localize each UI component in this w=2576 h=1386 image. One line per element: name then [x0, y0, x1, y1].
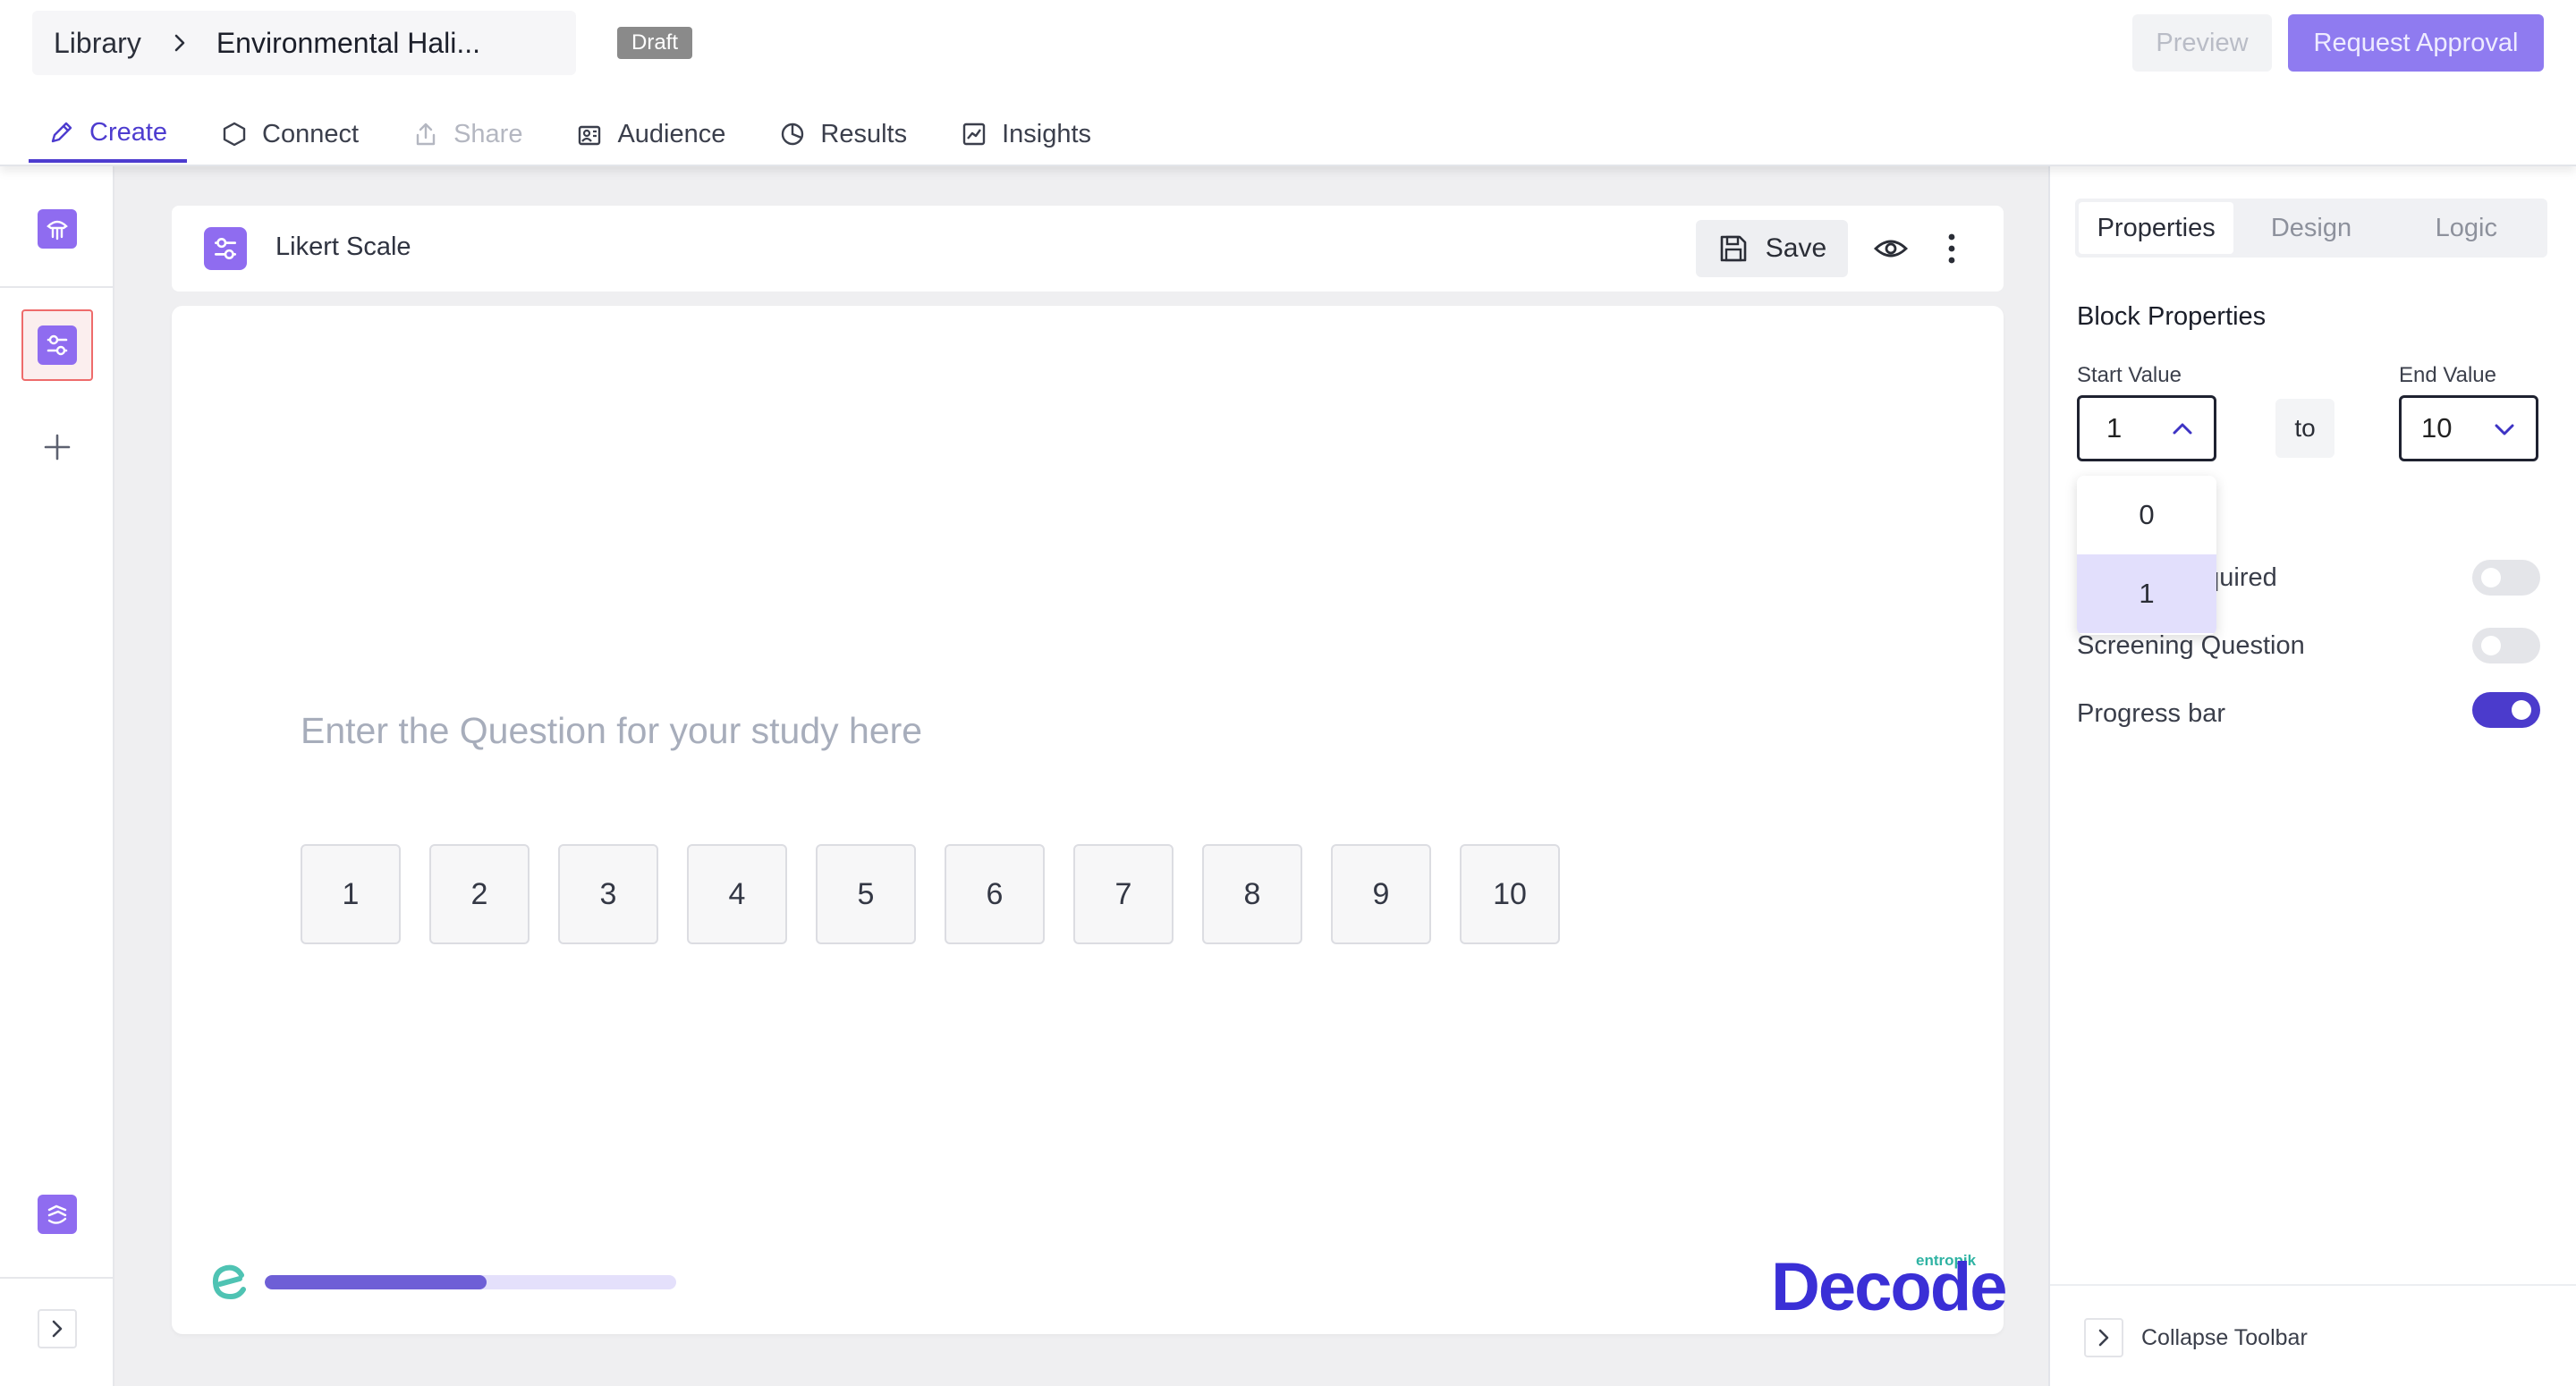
tab-design[interactable]: Design — [2233, 202, 2388, 254]
share-icon — [416, 123, 436, 146]
more-vertical-icon — [1948, 233, 1955, 264]
progress-bar-toggle[interactable] — [2472, 692, 2540, 728]
rail-divider-bottom — [0, 1277, 113, 1279]
start-value-label: Start Value — [2077, 363, 2182, 387]
tab-insights[interactable]: Insights — [941, 106, 1111, 163]
audience-icon — [579, 125, 601, 146]
tab-create-label: Create — [89, 117, 168, 147]
scale-option-button[interactable]: 2 — [429, 844, 530, 944]
breadcrumb: Library Environmental Hali... — [32, 11, 576, 75]
answer-required-toggle[interactable] — [2472, 560, 2540, 596]
start-value-dropdown: 0 1 — [2077, 476, 2216, 635]
chevron-right-icon — [174, 33, 186, 53]
preview-button[interactable]: Preview — [2132, 14, 2272, 72]
question-input[interactable]: Enter the Question for your study here — [301, 710, 922, 752]
hexagon-icon — [223, 122, 246, 147]
scale-option-button[interactable]: 9 — [1331, 844, 1431, 944]
end-value-label: End Value — [2399, 363, 2496, 387]
likert-scale-icon — [204, 227, 247, 270]
tab-results-label: Results — [820, 119, 908, 148]
main-tabs: Create Connect Share Audience Results In… — [29, 106, 1125, 166]
left-rail — [0, 166, 114, 1386]
block-type-label: Likert Scale — [275, 232, 411, 261]
chevron-down-icon — [2495, 424, 2514, 435]
breadcrumb-library-link[interactable]: Library — [54, 27, 141, 60]
scale-option-button[interactable]: 8 — [1202, 844, 1302, 944]
dropdown-option[interactable]: 0 — [2077, 476, 2216, 554]
collapse-toolbar-label[interactable]: Collapse Toolbar — [2141, 1325, 2308, 1351]
panel-tabs: Properties Design Logic — [2075, 199, 2547, 258]
rail-divider — [0, 286, 113, 288]
status-badge: Draft — [617, 27, 693, 59]
block-header: Likert Scale Save — [172, 206, 2004, 292]
start-value-select[interactable]: 1 — [2077, 395, 2216, 461]
progress-bar — [265, 1275, 676, 1289]
scale-option-button[interactable]: 3 — [558, 844, 658, 944]
scale-option-button[interactable]: 6 — [945, 844, 1045, 944]
tab-connect[interactable]: Connect — [201, 106, 378, 163]
dropdown-option-selected[interactable]: 1 — [2077, 554, 2216, 633]
pencil-icon — [51, 122, 72, 143]
screening-question-label: Screening Question — [2077, 631, 2305, 660]
to-separator: to — [2275, 399, 2334, 458]
preview-block-button[interactable] — [1862, 220, 1919, 277]
question-card: Enter the Question for your study here 1… — [172, 306, 2008, 1334]
scale-option-button[interactable]: 4 — [687, 844, 787, 944]
scale-option-button[interactable]: 10 — [1460, 844, 1560, 944]
scale-option-button[interactable]: 7 — [1073, 844, 1174, 944]
tab-share-label: Share — [453, 119, 523, 148]
tab-audience-label: Audience — [617, 119, 726, 148]
chevron-right-icon — [52, 1320, 63, 1338]
tab-share[interactable]: Share — [393, 106, 542, 163]
welcome-block-icon[interactable] — [38, 209, 77, 249]
save-label: Save — [1765, 233, 1827, 263]
tab-insights-label: Insights — [1002, 119, 1092, 148]
tab-create[interactable]: Create — [29, 106, 188, 163]
end-value-text: 10 — [2421, 412, 2453, 444]
properties-panel: Properties Design Logic Block Properties… — [2048, 166, 2576, 1386]
chevron-up-icon — [2173, 423, 2192, 435]
collapse-toolbar-button[interactable] — [2084, 1318, 2123, 1357]
save-button[interactable]: Save — [1696, 220, 1848, 277]
top-bar: Library Environmental Hali... Draft Prev… — [0, 0, 2576, 166]
block-properties-title: Block Properties — [2077, 302, 2267, 331]
scale-option-button[interactable]: 5 — [816, 844, 916, 944]
tab-properties[interactable]: Properties — [2079, 202, 2234, 254]
save-icon — [1720, 235, 1747, 262]
start-value-text: 1 — [2106, 412, 2123, 444]
brand-decode-logo: Decode — [1771, 1249, 2008, 1325]
end-value-select[interactable]: 10 — [2399, 395, 2538, 461]
request-approval-button[interactable]: Request Approval — [2288, 14, 2544, 72]
tab-logic[interactable]: Logic — [2389, 202, 2544, 254]
eye-icon — [1873, 240, 1909, 258]
chevron-right-icon — [2098, 1329, 2109, 1347]
tab-audience[interactable]: Audience — [556, 106, 745, 163]
likert-scale-options: 1 2 3 4 5 6 7 8 9 10 — [301, 844, 1589, 944]
chart-line-icon — [962, 123, 986, 146]
add-block-icon[interactable] — [38, 427, 77, 467]
expand-rail-button[interactable] — [38, 1309, 77, 1348]
thank-you-block-icon[interactable] — [38, 1195, 77, 1234]
pie-chart-icon — [782, 123, 804, 146]
tab-connect-label: Connect — [262, 119, 360, 148]
tab-results[interactable]: Results — [759, 106, 927, 163]
progress-bar-label: Progress bar — [2077, 699, 2226, 728]
study-title[interactable]: Environmental Hali... — [216, 27, 480, 60]
collapse-toolbar: Collapse Toolbar — [2050, 1284, 2576, 1386]
screening-question-toggle[interactable] — [2472, 628, 2540, 663]
more-options-button[interactable] — [1927, 220, 1977, 277]
entropik-e-icon — [212, 1264, 246, 1300]
scale-option-button[interactable]: 1 — [301, 844, 401, 944]
progress-bar-fill — [265, 1275, 487, 1289]
likert-block-icon[interactable] — [38, 325, 77, 365]
